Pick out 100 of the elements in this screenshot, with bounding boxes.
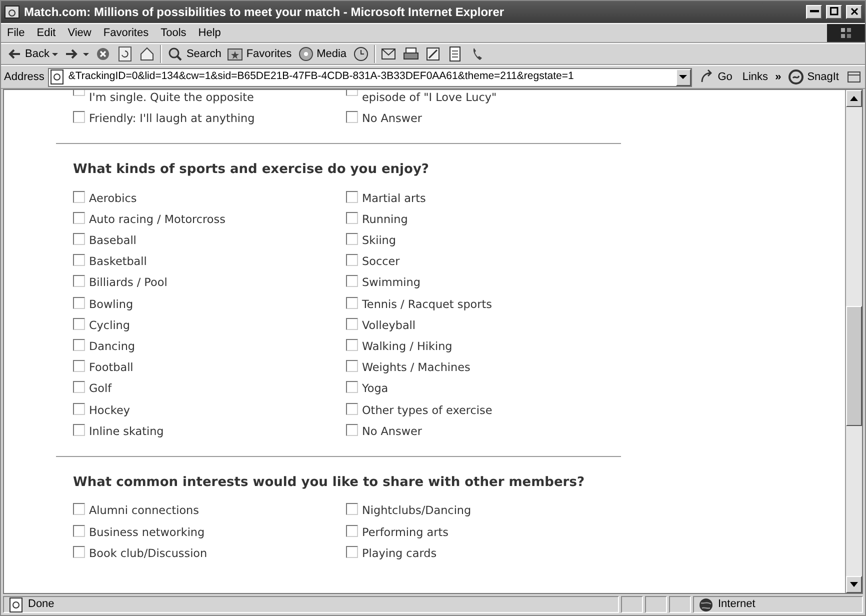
checkbox[interactable] (73, 296, 85, 309)
checkbox-label: Alumni connections (89, 503, 199, 520)
checkbox[interactable] (346, 275, 358, 288)
checkbox[interactable] (346, 402, 358, 415)
checkbox[interactable] (346, 190, 358, 203)
scrollbar[interactable] (845, 90, 862, 593)
clock-icon (352, 46, 369, 62)
checkbox[interactable] (73, 90, 85, 96)
checkbox-label: Book club/Discussion (89, 546, 208, 562)
search-button[interactable]: Search (164, 46, 224, 62)
chevron-text: » (775, 70, 782, 85)
go-button[interactable]: Go (696, 68, 736, 86)
search-icon (167, 46, 184, 62)
status-panel (669, 596, 691, 613)
menu-item[interactable]: File (1, 24, 31, 42)
status-panel (645, 596, 667, 613)
window-title: Match.com: Millions of possibilities to meet your match - Microsoft Internet Explorer (24, 4, 506, 21)
checkbox[interactable] (346, 546, 358, 558)
checkbox[interactable] (346, 233, 358, 246)
checkbox[interactable] (73, 503, 85, 516)
down-arrow-icon (850, 582, 858, 587)
printer-icon (402, 46, 419, 62)
checkbox-label: Tennis / Racquet sports (362, 296, 492, 313)
snagit-button[interactable]: SnagIt (785, 68, 842, 86)
checkbox-label: Billiards / Pool (89, 275, 168, 292)
checkbox[interactable] (73, 381, 85, 394)
checkbox[interactable] (73, 111, 85, 123)
checkbox[interactable] (346, 318, 358, 330)
pencil-icon (424, 46, 441, 62)
back-button[interactable]: Back (3, 46, 62, 62)
menu-item[interactable]: Edit (30, 24, 62, 42)
checkbox-label: Football (89, 360, 134, 376)
checkbox[interactable] (73, 275, 85, 288)
links-button[interactable]: Links (739, 68, 772, 86)
checkbox[interactable] (73, 424, 85, 436)
checkbox[interactable] (346, 212, 358, 224)
checkbox[interactable] (346, 360, 358, 372)
checkbox-label: Dancing (89, 339, 136, 355)
menu-item[interactable]: Favorites (97, 24, 155, 42)
stop-icon (95, 46, 112, 62)
address-label: Address (4, 70, 44, 85)
checkbox[interactable] (73, 360, 85, 372)
checkbox-label: Nightclubs/Dancing (362, 503, 472, 520)
address-field[interactable]: &TrackingID=0&lid=134&cw=1&sid=B65DE21B-47FB-4CDB-831A-3B33DEF0AA61&theme=211&regstate=1 (48, 68, 692, 86)
checkbox[interactable] (346, 111, 358, 123)
checkbox[interactable] (73, 190, 85, 203)
menu-item[interactable]: Tools (154, 24, 192, 42)
media-button[interactable]: Media (294, 46, 350, 62)
checkbox[interactable] (73, 402, 85, 415)
scrollbar-thumb[interactable] (846, 306, 862, 426)
envelope-icon (380, 46, 397, 62)
favorites-button[interactable]: Favorites (224, 46, 295, 62)
checkbox[interactable] (73, 524, 85, 537)
menu-item[interactable]: View (62, 24, 98, 42)
checkbox-label: Business networking (89, 524, 205, 541)
checkbox-label: Hockey (89, 402, 130, 419)
checkbox-label: Volleyball (362, 318, 416, 334)
checkbox[interactable] (346, 503, 358, 516)
checkbox[interactable] (73, 233, 85, 246)
browser-icon (4, 4, 20, 20)
globe-icon (698, 596, 714, 612)
checkbox[interactable] (346, 381, 358, 394)
checkbox-label: Weights / Machines (362, 360, 470, 376)
caret-icon (83, 52, 90, 56)
status-panel (621, 596, 643, 613)
checkbox[interactable] (346, 524, 358, 537)
checkbox-label: Friendly: I'll laugh at anything (89, 111, 255, 127)
checkbox[interactable] (346, 296, 358, 309)
up-arrow-icon (850, 96, 858, 101)
checkbox[interactable] (346, 254, 358, 266)
checkbox-label: Inline skating (89, 424, 164, 440)
disc-icon (298, 46, 314, 62)
maximize-icon (830, 7, 838, 16)
maximize-button[interactable] (826, 5, 842, 19)
checkbox[interactable] (73, 318, 85, 330)
checkbox[interactable] (346, 90, 358, 96)
checkbox[interactable] (73, 546, 85, 558)
dropdown-button[interactable] (676, 68, 691, 86)
question-heading: What common interests would you like to share with other members? (73, 474, 586, 492)
close-button[interactable] (846, 5, 862, 19)
checkbox[interactable] (346, 339, 358, 351)
checkbox[interactable] (346, 424, 358, 436)
checkbox-label: Golf (89, 381, 112, 398)
checkbox-label: Walking / Hiking (362, 339, 452, 355)
checkbox-label: I'm single. Quite the opposite (89, 90, 254, 106)
windows-logo-icon (838, 25, 854, 41)
capture-window-icon (846, 69, 862, 85)
checkbox[interactable] (73, 212, 85, 224)
checkbox-label: Swimming (362, 275, 420, 292)
minimize-button[interactable] (806, 5, 822, 19)
checkbox[interactable] (73, 254, 85, 266)
checkbox-label: No Answer (362, 111, 422, 127)
checkbox-label: Skiing (362, 233, 396, 250)
checkbox-label: Baseball (89, 233, 136, 250)
checkbox[interactable] (73, 339, 85, 351)
checkbox-label: Other types of exercise (362, 402, 492, 419)
checkbox-label: episode of "I Love Lucy" (362, 90, 497, 106)
checkbox-label: Bowling (89, 296, 134, 313)
checkbox-label: Auto racing / Motorcross (89, 212, 226, 228)
menu-item[interactable]: Help (192, 24, 227, 42)
